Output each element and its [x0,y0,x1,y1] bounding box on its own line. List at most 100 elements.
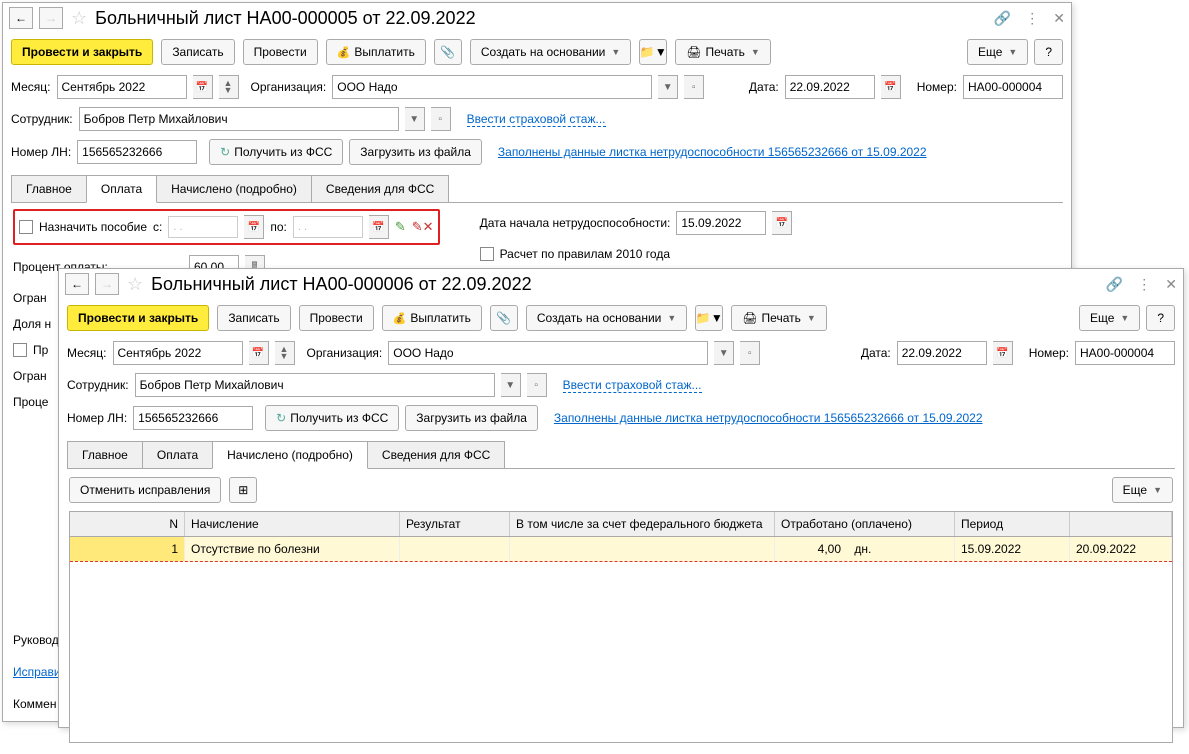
post-button[interactable]: Провести [243,39,318,65]
get-fss-button[interactable]: ↻Получить из ФСС [265,405,399,431]
date-field[interactable]: 22.09.2022 [785,75,875,99]
tab-main[interactable]: Главное [67,441,143,468]
month-spinner[interactable]: ▲▼ [275,341,295,365]
table-row[interactable]: 1 Отсутствие по болезни 4,00 дн. 15.09.2… [70,537,1172,562]
pay-button[interactable]: Выплатить [326,39,426,65]
more-button[interactable]: Еще▼ [1079,305,1140,331]
filled-data-link[interactable]: Заполнены данные листка нетрудоспособнос… [498,145,927,159]
tab-fss[interactable]: Сведения для ФСС [367,441,505,468]
favorite-icon[interactable]: ☆ [125,274,145,295]
col-federal[interactable]: В том числе за счет федерального бюджета [510,512,775,536]
back-button[interactable]: ← [65,273,89,295]
save-button[interactable]: Записать [161,39,234,65]
col-period[interactable]: Период [955,512,1070,536]
grid-body[interactable] [70,562,1172,742]
folder-button[interactable]: 📁▼ [639,39,667,65]
insurance-link[interactable]: Ввести страховой стаж... [467,112,606,127]
back-button[interactable]: ← [9,7,33,29]
get-fss-button[interactable]: ↻Получить из ФСС [209,139,343,165]
create-based-button[interactable]: Создать на основании▼ [470,39,631,65]
col-n[interactable]: N [70,512,185,536]
printer-icon [686,45,701,59]
date-to-field[interactable]: . . [293,216,363,238]
create-based-button[interactable]: Создать на основании▼ [526,305,687,331]
employee-dropdown-icon[interactable]: ▼ [405,107,425,131]
forward-button[interactable]: → [39,7,63,29]
forward-button[interactable]: → [95,273,119,295]
pay-button[interactable]: Выплатить [382,305,482,331]
calendar-to-icon[interactable]: 📅 [369,215,389,239]
favorite-icon[interactable]: ☆ [69,8,89,29]
date-calendar-icon[interactable]: 📅 [881,75,901,99]
disability-start-field[interactable]: 15.09.2022 [676,211,766,235]
help-button[interactable]: ? [1146,305,1175,331]
col-result[interactable]: Результат [400,512,510,536]
post-and-close-button[interactable]: Провести и закрыть [11,39,153,65]
calendar-from-icon[interactable]: 📅 [244,215,264,239]
month-field[interactable]: Сентябрь 2022 [57,75,187,99]
org-field[interactable]: ООО Надо [388,341,708,365]
cancel-corrections-button[interactable]: Отменить исправления [69,477,221,503]
date-from-field[interactable]: . . [168,216,238,238]
month-spinner[interactable]: ▲▼ [219,75,239,99]
load-file-button[interactable]: Загрузить из файла [349,139,482,165]
more-menu-icon[interactable]: ⋮ [1025,10,1039,27]
employee-dropdown-icon[interactable]: ▼ [501,373,521,397]
col-worked[interactable]: Отработано (оплачено) [775,512,955,536]
ln-field[interactable]: 156565232666 [77,140,197,164]
assign-benefit-checkbox[interactable] [19,220,33,234]
link-icon[interactable]: 🔗 [994,10,1011,27]
calendar-icon[interactable]: 📅 [193,75,213,99]
pr-checkbox[interactable] [13,343,27,357]
delete-edit-icon[interactable]: ✎✕ [412,219,434,235]
close-icon[interactable]: ✕ [1053,10,1065,27]
date-field[interactable]: 22.09.2022 [897,341,987,365]
org-field[interactable]: ООО Надо [332,75,652,99]
print-button[interactable]: Печать▼ [675,39,770,65]
link-icon[interactable]: 🔗 [1106,276,1123,293]
ln-field[interactable]: 156565232666 [133,406,253,430]
org-dropdown-icon[interactable]: ▼ [714,341,734,365]
edit-icon[interactable]: ✎ [395,219,406,235]
close-icon[interactable]: ✕ [1165,276,1177,293]
org-open-icon[interactable]: ▫ [684,75,704,99]
org-open-icon[interactable]: ▫ [740,341,760,365]
tab-payment[interactable]: Оплата [142,441,213,468]
number-field[interactable]: НА00-000004 [963,75,1063,99]
load-file-button[interactable]: Загрузить из файла [405,405,538,431]
tab-accrued[interactable]: Начислено (подробно) [212,441,368,469]
more-button[interactable]: Еще▼ [967,39,1028,65]
col-accrual[interactable]: Начисление [185,512,400,536]
tab-payment[interactable]: Оплата [86,175,157,203]
date-calendar-icon[interactable]: 📅 [993,341,1013,365]
post-button[interactable]: Провести [299,305,374,331]
correct-link[interactable]: Исправи [13,665,61,679]
col-period-end[interactable] [1070,512,1172,536]
attach-button[interactable]: 📎 [434,39,462,65]
print-button[interactable]: Печать▼ [731,305,826,331]
employee-field[interactable]: Бобров Петр Михайлович [79,107,399,131]
filled-data-link[interactable]: Заполнены данные листка нетрудоспособнос… [554,411,983,425]
number-field[interactable]: НА00-000004 [1075,341,1175,365]
calc2010-checkbox[interactable] [480,247,494,261]
grid-more-button[interactable]: Еще▼ [1112,477,1173,503]
employee-open-icon[interactable]: ▫ [431,107,451,131]
table-config-button[interactable]: ⊞ [229,477,257,503]
employee-field[interactable]: Бобров Петр Михайлович [135,373,495,397]
calendar-start-icon[interactable]: 📅 [772,211,792,235]
calendar-icon[interactable]: 📅 [249,341,269,365]
tab-accrued[interactable]: Начислено (подробно) [156,175,312,202]
attach-button[interactable]: 📎 [490,305,518,331]
number-label: Номер: [917,80,957,94]
more-menu-icon[interactable]: ⋮ [1137,276,1151,293]
tab-main[interactable]: Главное [11,175,87,202]
insurance-link[interactable]: Ввести страховой стаж... [563,378,702,393]
folder-button[interactable]: 📁▼ [695,305,723,331]
month-field[interactable]: Сентябрь 2022 [113,341,243,365]
org-dropdown-icon[interactable]: ▼ [658,75,678,99]
tab-fss[interactable]: Сведения для ФСС [311,175,449,202]
employee-open-icon[interactable]: ▫ [527,373,547,397]
post-and-close-button[interactable]: Провести и закрыть [67,305,209,331]
save-button[interactable]: Записать [217,305,290,331]
help-button[interactable]: ? [1034,39,1063,65]
